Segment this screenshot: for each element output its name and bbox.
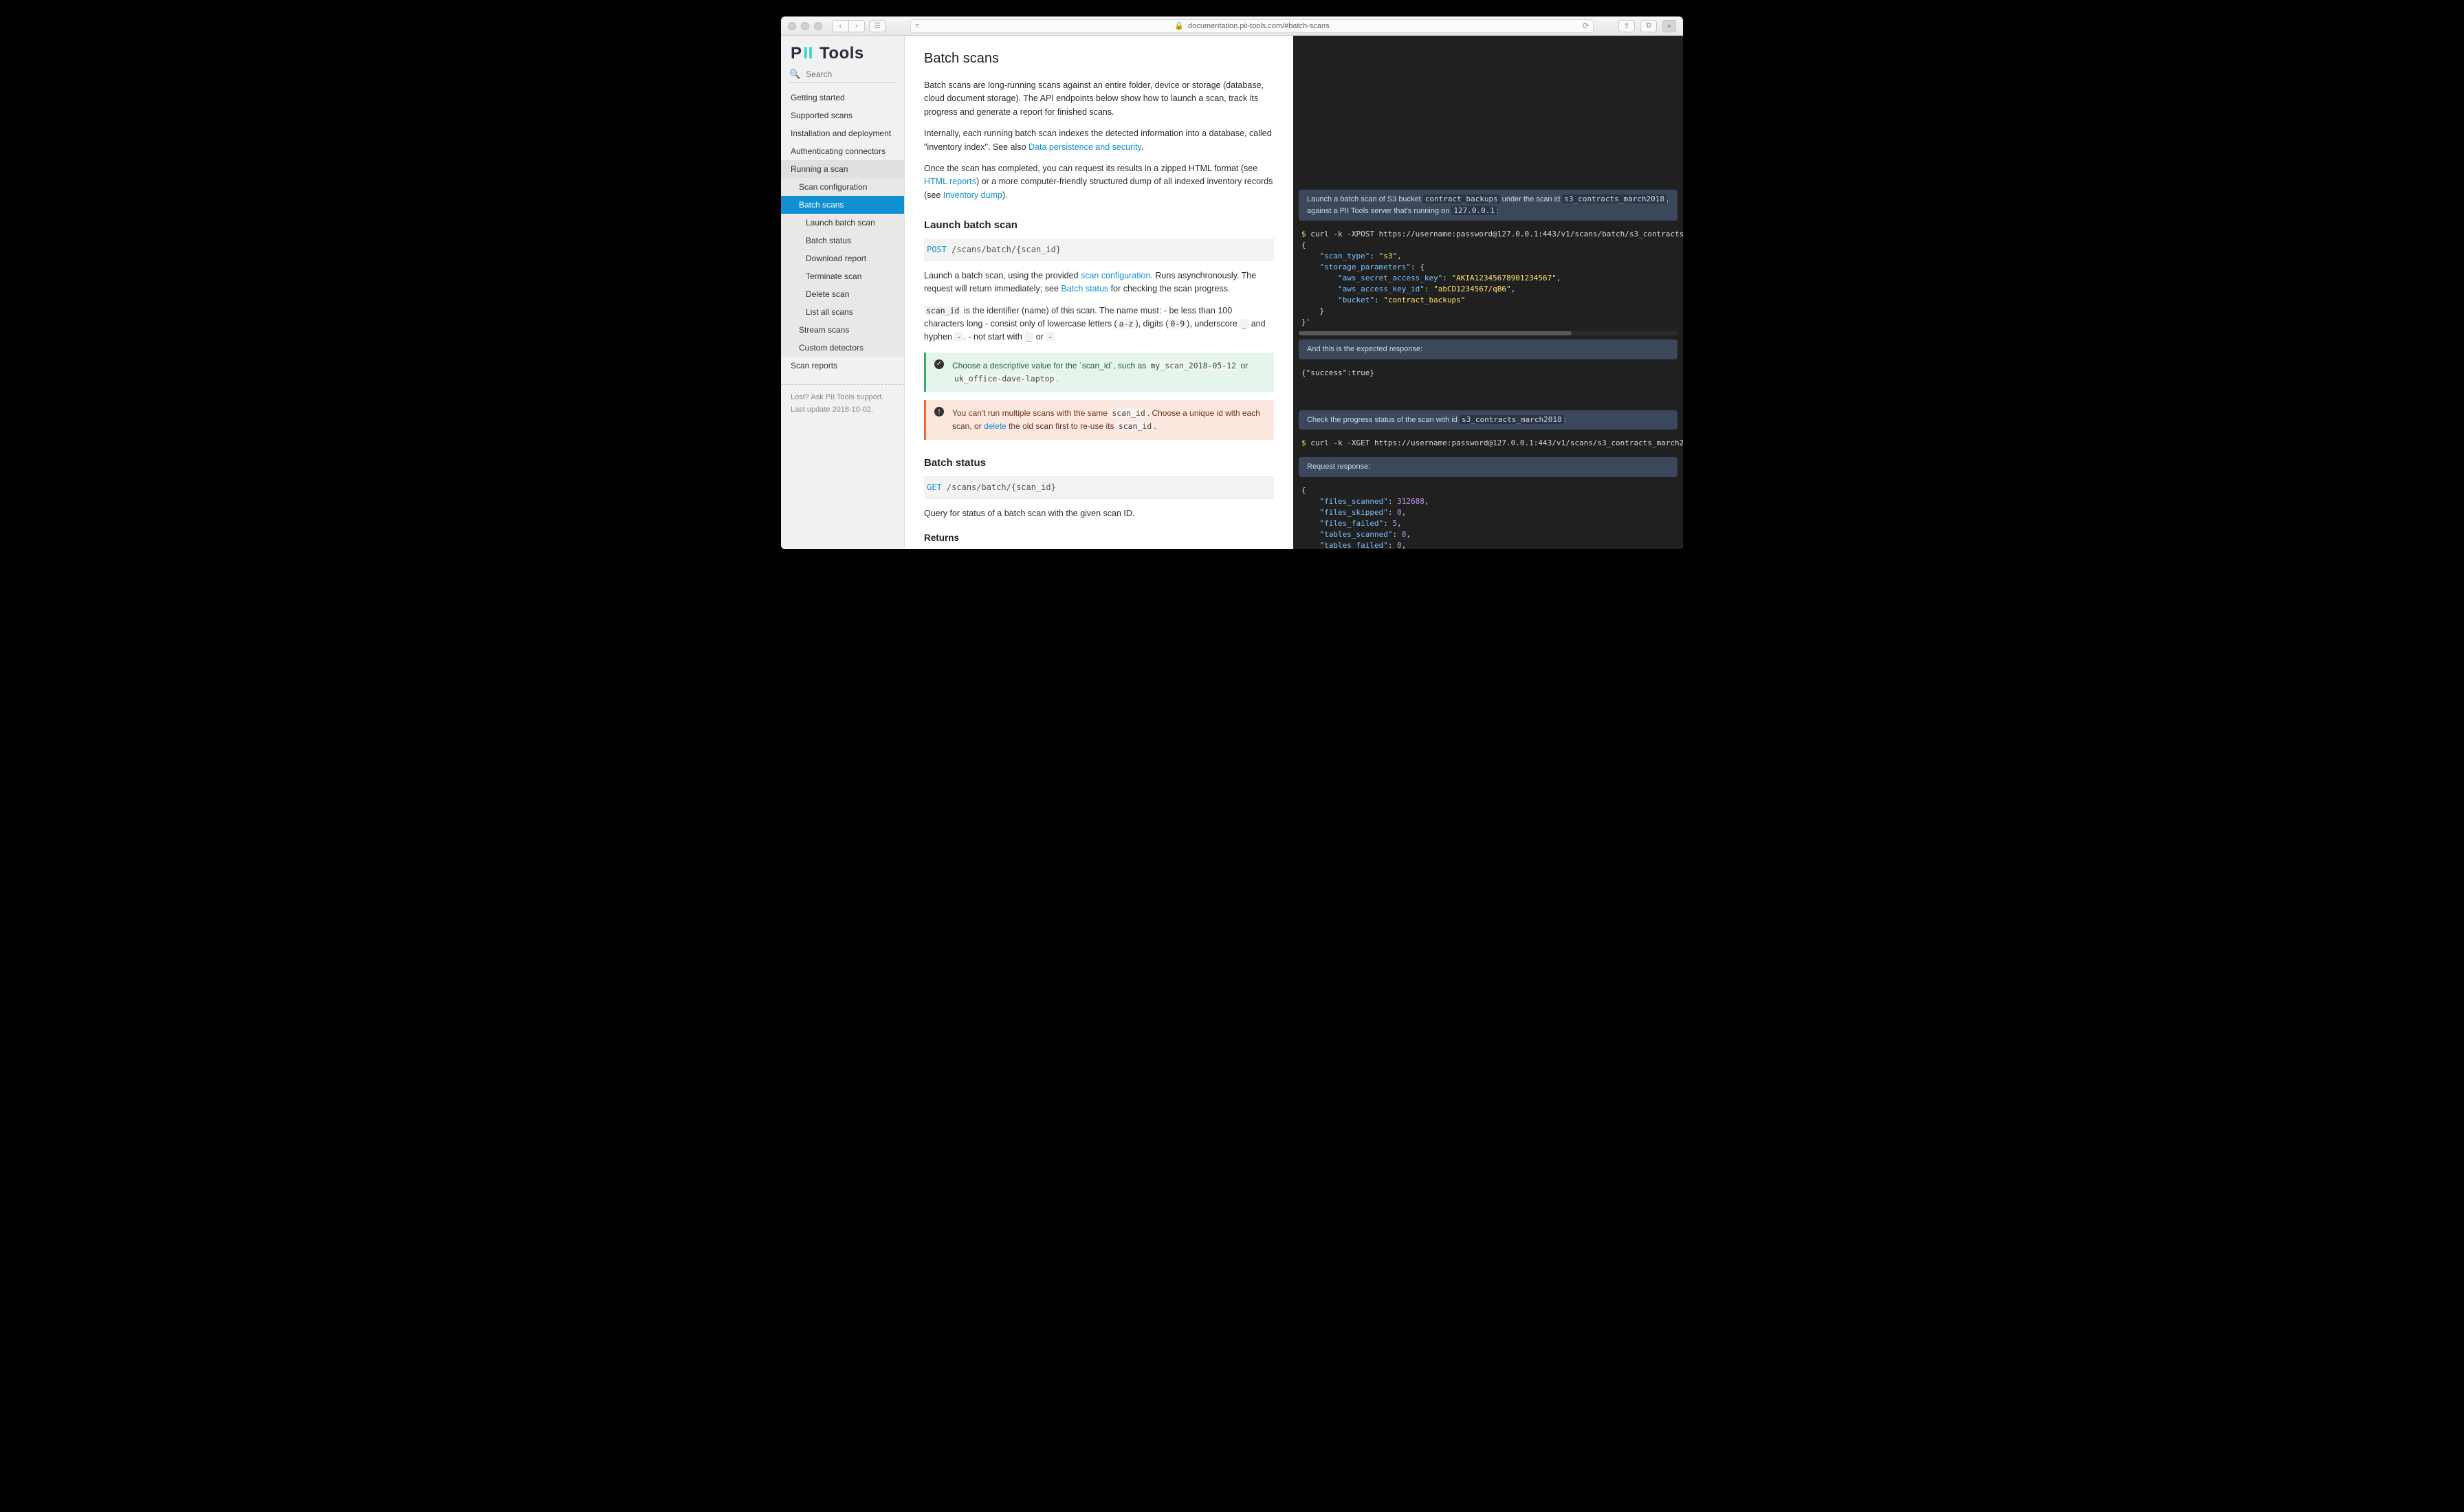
window-min-dot[interactable] [801,22,809,30]
sidebar-item-running-a-scan[interactable]: Running a scan [781,160,904,178]
link-data-persistence[interactable]: Data persistence and security [1028,142,1141,152]
window-close-dot[interactable] [788,22,796,30]
info-icon: ! [934,407,944,416]
callout-tip: ✓ Choose a descriptive value for the `sc… [924,353,1274,392]
link-batch-status[interactable]: Batch status [1061,284,1108,293]
sidebar-item-installation-and-deployment[interactable]: Installation and deployment [781,124,904,142]
callout-warning: ! You can't run multiple scans with the … [924,400,1274,440]
sidebar-item-terminate-scan[interactable]: Terminate scan [781,267,904,285]
sidebar-item-batch-scans[interactable]: Batch scans [781,196,904,214]
tabs-button[interactable]: ⧉ [1640,20,1657,32]
link-html-reports[interactable]: HTML reports [924,177,976,186]
heading-launch: Launch batch scan [924,217,1274,233]
scanid-rules: scan_id is the identifier (name) of this… [924,304,1274,344]
link-delete[interactable]: delete [984,421,1006,431]
heading-status: Batch status [924,455,1274,471]
sidebar-item-getting-started[interactable]: Getting started [781,89,904,107]
url-text: documentation.pii-tools.com/#batch-scans [1188,22,1329,30]
doc-sidebar: PII Tools 🔍 Getting startedSupported sca… [781,36,905,549]
heading-returns: Returns [924,531,1274,546]
page-title: Batch scans [924,48,1274,69]
sidebar-footer: Lost? Ask PII Tools support.Last update … [781,392,904,416]
link-scan-config[interactable]: scan configuration [1081,271,1150,280]
sidebar-search[interactable]: 🔍 [789,69,896,83]
code-caption-3: Check the progress status of the scan wi… [1299,410,1678,430]
address-bar[interactable]: ≡ 🔒 documentation.pii-tools.com/#batch-s… [910,19,1594,33]
intro-p3: Once the scan has completed, you can req… [924,162,1274,202]
code-caption-4: Request response: [1299,457,1678,477]
back-button[interactable]: ‹ [832,20,848,32]
reader-icon[interactable]: ≡ [915,22,919,30]
code-block-2: {"success":true} [1293,364,1683,383]
sidebar-item-stream-scans[interactable]: Stream scans [781,321,904,339]
new-tab-button[interactable]: + [1662,20,1676,32]
endpoint-status: GET /scans/batch/{scan_id} [924,476,1274,499]
share-button[interactable]: ⇪ [1618,20,1635,32]
reload-icon[interactable]: ⟳ [1583,21,1589,30]
lock-icon: 🔒 [1174,21,1184,30]
sidebar-item-custom-detectors[interactable]: Custom detectors [781,339,904,357]
sidebar-item-list-all-scans[interactable]: List all scans [781,303,904,321]
forward-button[interactable]: › [848,20,865,32]
sidebar-item-supported-scans[interactable]: Supported scans [781,107,904,124]
sidebar-item-launch-batch-scan[interactable]: Launch batch scan [781,214,904,232]
link-inventory-dump[interactable]: Inventory dump [943,190,1002,200]
code-column: Launch a batch scan of S3 bucket contrac… [1293,36,1683,549]
doc-main: Batch scans Batch scans are long-running… [905,36,1293,549]
browser-toolbar: ‹ › ☰ ≡ 🔒 documentation.pii-tools.com/#b… [781,16,1683,36]
sidebar-item-batch-status[interactable]: Batch status [781,232,904,249]
sidebar-item-scan-configuration[interactable]: Scan configuration [781,178,904,196]
endpoint-launch: POST /scans/batch/{scan_id} [924,238,1274,261]
code-caption-1: Launch a batch scan of S3 bucket contrac… [1299,190,1678,221]
sidebar-nav: Getting startedSupported scansInstallati… [781,89,904,549]
logo: PII Tools [781,36,904,69]
launch-desc: Launch a batch scan, using the provided … [924,269,1274,296]
code-block-4: { "files_scanned": 312688, "files_skippe… [1293,481,1683,549]
window-max-dot[interactable] [814,22,822,30]
check-icon: ✓ [934,359,944,369]
sidebar-toggle-button[interactable]: ☰ [869,20,886,32]
code-caption-2: And this is the expected response: [1299,340,1678,359]
sidebar-item-authenticating-connectors[interactable]: Authenticating connectors [781,142,904,160]
intro-p1: Batch scans are long-running scans again… [924,79,1274,119]
sidebar-item-delete-scan[interactable]: Delete scan [781,285,904,303]
search-icon: 🔍 [789,69,800,80]
intro-p2: Internally, each running batch scan inde… [924,127,1274,154]
code-block-3: $ curl -k -XGET https://username:passwor… [1293,434,1683,453]
search-input[interactable] [804,69,905,80]
code-block-1: $ curl -k -XPOST https://username:passwo… [1293,225,1683,331]
horizontal-scroll[interactable] [1299,331,1678,335]
status-desc: Query for status of a batch scan with th… [924,507,1274,520]
browser-window: ‹ › ☰ ≡ 🔒 documentation.pii-tools.com/#b… [781,16,1683,549]
sidebar-item-download-report[interactable]: Download report [781,249,904,267]
sidebar-item-scan-reports[interactable]: Scan reports [781,357,904,375]
